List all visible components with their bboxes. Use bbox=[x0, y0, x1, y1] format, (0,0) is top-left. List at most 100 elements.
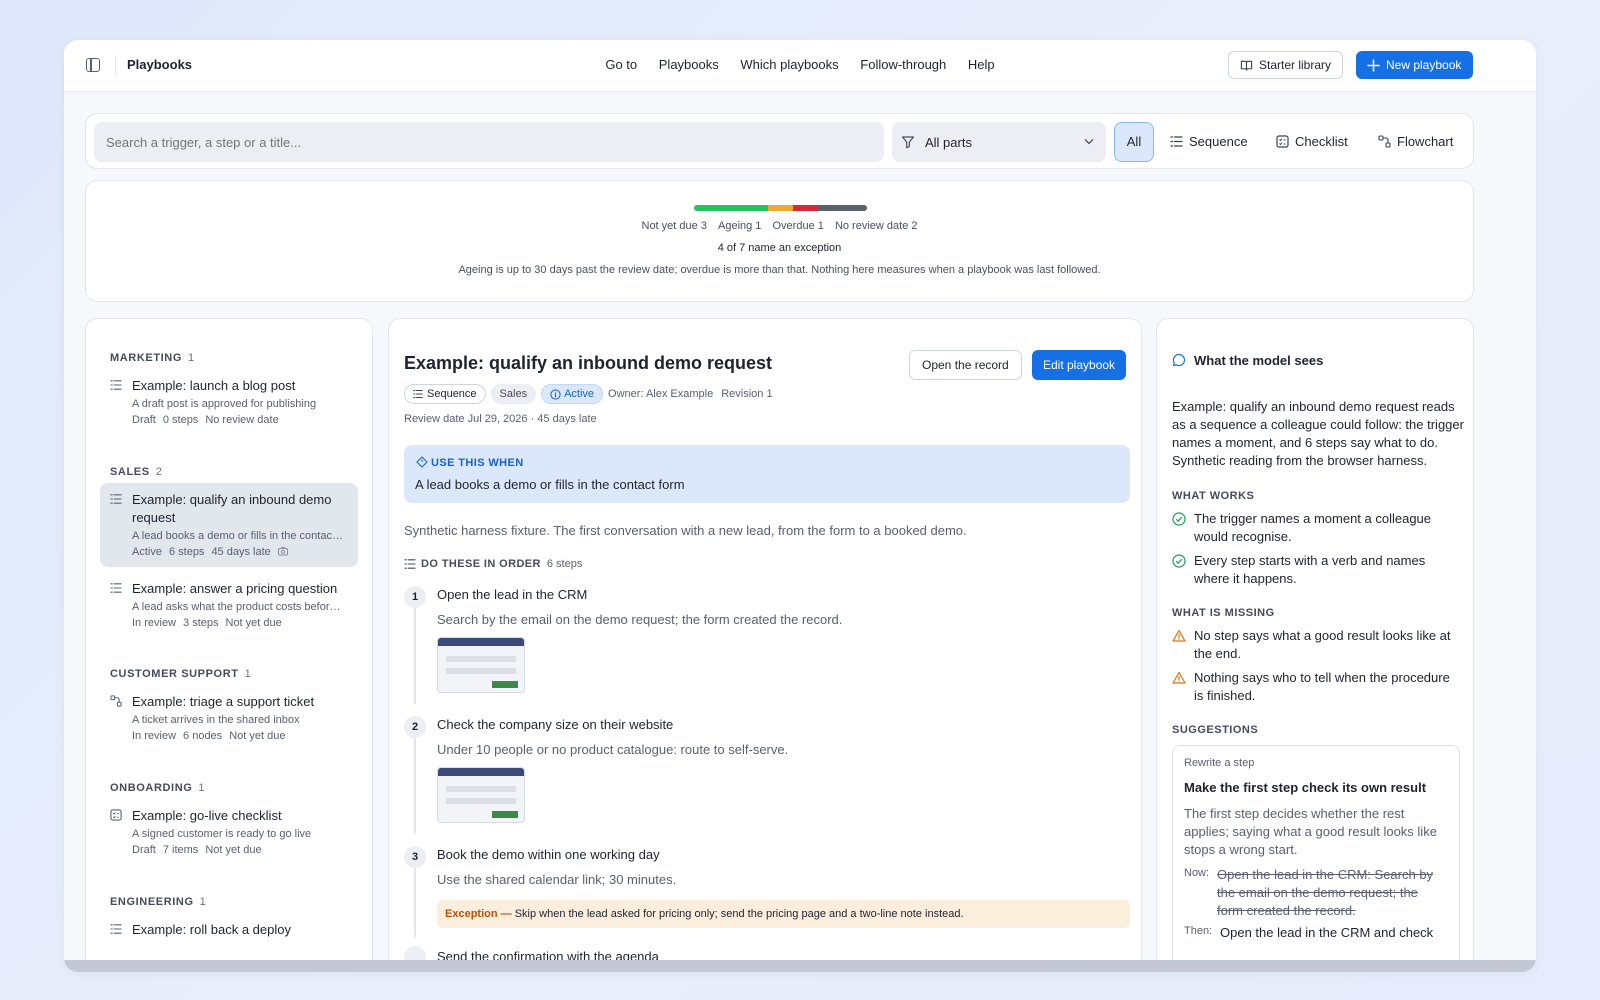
missing-text: No step says what a good result looks li… bbox=[1194, 628, 1451, 661]
order-label: DO THESE IN ORDER bbox=[421, 558, 541, 570]
nav-playbooks[interactable]: Playbooks bbox=[659, 57, 719, 72]
sequence-icon bbox=[404, 559, 416, 569]
status-badge-label: Active bbox=[564, 388, 595, 400]
group-engineering: ENGINEERING 1 bbox=[110, 896, 206, 908]
new-playbook-button[interactable]: New playbook bbox=[1356, 51, 1474, 79]
order-heading: DO THESE IN ORDER 6 steps bbox=[404, 558, 582, 570]
view-checklist-toggle[interactable]: Checklist bbox=[1276, 134, 1348, 149]
warning-icon bbox=[1172, 629, 1186, 642]
model-heading: What the model sees bbox=[1172, 353, 1323, 368]
view-flowchart-toggle[interactable]: Flowchart bbox=[1378, 134, 1453, 149]
playbook-item[interactable]: Example: roll back a deploy bbox=[100, 918, 358, 970]
meta-review: Not yet due bbox=[205, 844, 262, 856]
sequence-icon bbox=[1170, 136, 1183, 147]
playbook-meta: Active 6 steps 45 days late bbox=[132, 546, 288, 558]
group-name: ONBOARDING bbox=[110, 782, 193, 794]
thumb-line bbox=[446, 786, 516, 792]
status-segment-overdue bbox=[792, 205, 818, 211]
suggestion-now-text: Open the lead in the CRM: Search by the … bbox=[1217, 867, 1434, 918]
nav-which-playbooks[interactable]: Which playbooks bbox=[740, 57, 838, 72]
works-heading: WHAT WORKS bbox=[1172, 490, 1255, 502]
legend-overdue: Overdue 1 bbox=[772, 220, 824, 232]
meta-steps: 6 steps bbox=[168, 546, 205, 558]
step-screenshot-thumbnail[interactable] bbox=[437, 767, 525, 823]
order-count: 6 steps bbox=[546, 558, 583, 570]
legend-ageing: Ageing 1 bbox=[718, 220, 762, 232]
playbook-description: Synthetic harness fixture. The first con… bbox=[404, 523, 967, 538]
type-chip: Sequence bbox=[404, 384, 486, 404]
suggestion-card[interactable]: Rewrite a step Make the first step check… bbox=[1172, 745, 1460, 972]
playbook-trigger: A ticket arrives in the shared inbox bbox=[132, 714, 300, 726]
step-connector bbox=[414, 868, 416, 938]
playbook-meta: Draft 0 steps No review date bbox=[132, 414, 286, 426]
edit-playbook-button[interactable]: Edit playbook bbox=[1032, 350, 1127, 380]
step-exception: Exception — Skip when the lead asked for… bbox=[437, 900, 1130, 928]
step-screenshot-thumbnail[interactable] bbox=[437, 637, 525, 693]
view-sequence-toggle[interactable]: Sequence bbox=[1170, 134, 1248, 149]
meta-review: Not yet due bbox=[225, 617, 282, 629]
playbook-item-selected[interactable]: Example: qualify an inbound demo request… bbox=[100, 483, 358, 567]
model-heading-label: What the model sees bbox=[1194, 353, 1324, 368]
starter-library-button[interactable]: Starter library bbox=[1228, 51, 1344, 79]
sequence-icon bbox=[110, 494, 122, 504]
legend-no-review-date: No review date 2 bbox=[834, 220, 918, 232]
missing-item: Nothing says who to tell when the proced… bbox=[1172, 669, 1462, 705]
exception-count: 4 of 7 name an exception bbox=[717, 242, 842, 254]
group-name: ENGINEERING bbox=[110, 896, 194, 908]
playbook-title: Example: roll back a deploy bbox=[132, 922, 291, 937]
suggestion-title: Make the first step check its own result bbox=[1184, 780, 1427, 795]
info-icon bbox=[550, 389, 561, 400]
nav-follow-through[interactable]: Follow-through bbox=[860, 57, 946, 72]
playbook-list-panel: MARKETING 1 Example: launch a blog post A… bbox=[85, 318, 373, 972]
status-segment-ageing bbox=[768, 205, 793, 211]
sequence-icon bbox=[413, 390, 423, 398]
playbook-meta: In review 6 nodes Not yet due bbox=[132, 730, 292, 742]
meta-steps: 3 steps bbox=[183, 617, 219, 629]
detail-chips: Sequence Sales Active Owner: Alex Exampl… bbox=[404, 384, 781, 404]
meta-status: Active bbox=[132, 546, 162, 558]
playbook-item[interactable]: Example: triage a support ticket A ticke… bbox=[100, 690, 358, 742]
open-record-button[interactable]: Open the record bbox=[909, 350, 1022, 380]
status-segment-not-yet-due bbox=[694, 205, 769, 211]
top-bar: Playbooks Go to Playbooks Which playbook… bbox=[64, 40, 1536, 92]
review-status-bar bbox=[694, 205, 867, 211]
trigger-label: USE THIS WHEN bbox=[431, 457, 524, 469]
step-number bbox=[404, 946, 426, 968]
owner: Owner: Alex Example bbox=[608, 388, 714, 400]
flowchart-icon bbox=[110, 695, 122, 707]
playbook-item[interactable]: Example: answer a pricing question A lea… bbox=[100, 577, 358, 629]
works-text: Every step starts with a verb and names … bbox=[1194, 553, 1426, 586]
view-all-toggle[interactable]: All bbox=[1114, 122, 1154, 162]
step-connector bbox=[414, 738, 416, 834]
parts-select-value: All parts bbox=[925, 135, 972, 150]
sidebar-toggle-icon[interactable] bbox=[86, 58, 100, 72]
playbook-title: Example: answer a pricing question bbox=[132, 581, 338, 596]
playbook-meta: Draft 7 items Not yet due bbox=[132, 844, 269, 856]
nav-help[interactable]: Help bbox=[968, 57, 995, 72]
group-count: 1 bbox=[198, 782, 205, 794]
group-count: 1 bbox=[199, 896, 206, 908]
app-window: Playbooks Go to Playbooks Which playbook… bbox=[64, 40, 1536, 972]
legend-not-yet-due: Not yet due 3 bbox=[641, 220, 707, 232]
sequence-icon bbox=[110, 583, 122, 593]
step-description: Under 10 people or no product catalogue:… bbox=[437, 742, 789, 757]
nav-go-to[interactable]: Go to bbox=[605, 57, 637, 72]
search-input[interactable] bbox=[94, 122, 884, 162]
parts-select[interactable]: All parts bbox=[892, 122, 1106, 162]
thumb-header bbox=[438, 768, 524, 776]
playbook-meta: In review 3 steps Not yet due bbox=[132, 617, 289, 629]
warning-icon bbox=[1172, 671, 1186, 684]
review-date: Review date Jul 29, 2026 · 45 days late bbox=[404, 413, 597, 425]
suggestion-now-label: Now: bbox=[1184, 867, 1210, 879]
meta-steps: 7 items bbox=[162, 844, 199, 856]
playbook-item[interactable]: Example: launch a blog post A draft post… bbox=[100, 374, 358, 426]
playbook-item[interactable]: Example: go-live checklist A signed cust… bbox=[100, 804, 358, 856]
meta-steps: 0 steps bbox=[162, 414, 199, 426]
group-name: MARKETING bbox=[110, 352, 183, 364]
trigger-box: USE THIS WHEN A lead books a demo or fil… bbox=[404, 445, 1130, 503]
chevron-down-icon bbox=[1084, 139, 1094, 145]
works-text: The trigger names a moment a colleague w… bbox=[1194, 511, 1432, 544]
app-title: Playbooks bbox=[127, 57, 193, 72]
suggestion-then-text: Open the lead in the CRM and check bbox=[1220, 925, 1434, 940]
suggestions-heading: SUGGESTIONS bbox=[1172, 724, 1259, 736]
